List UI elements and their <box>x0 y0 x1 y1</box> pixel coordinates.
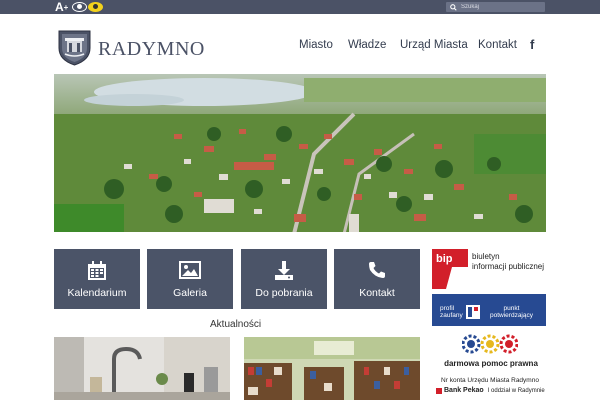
eye-yellow-icon[interactable] <box>88 2 103 12</box>
bip-logo-text: bip <box>436 253 453 265</box>
font-size-sup: + <box>63 2 69 12</box>
image-icon <box>179 261 201 281</box>
news-item-image-library[interactable] <box>244 337 420 400</box>
tile-do-pobrania[interactable]: Do pobrania <box>241 249 327 309</box>
news-item-image-kitchen[interactable] <box>54 337 230 400</box>
tile-kontakt[interactable]: Kontakt <box>334 249 420 309</box>
nav-item-wladze[interactable]: Władze <box>348 39 386 51</box>
profil-right-line2: potwierdzający <box>490 312 533 319</box>
profil-logo-icon <box>466 305 480 319</box>
tile-kalendarium[interactable]: Kalendarium <box>54 249 140 309</box>
facebook-icon[interactable]: f <box>530 37 534 52</box>
profil-zaufany-banner[interactable]: profil zaufany punkt potwierdzający <box>432 294 546 326</box>
bank-logo-row: Bank Pekao I oddział w Radymnie <box>436 387 545 394</box>
search-input[interactable] <box>458 2 541 12</box>
tile-label: Do pobrania <box>255 287 313 299</box>
profil-right: punkt potwierdzający <box>490 305 533 319</box>
news-heading: Aktualności <box>210 319 262 330</box>
search-icon[interactable] <box>448 2 458 12</box>
font-size-toggle[interactable]: A + <box>55 0 69 14</box>
pomoc-prawna-text: darmowa pomoc prawna <box>444 359 538 368</box>
calendar-icon <box>87 261 107 281</box>
tile-label: Kontakt <box>359 287 395 299</box>
site-header: RADYMNO Miasto Władze Urząd Miasta Konta… <box>0 14 600 74</box>
profil-left-line2: zaufany <box>440 312 463 319</box>
coat-of-arms-logo[interactable] <box>57 28 92 66</box>
bank-account-text: Nr konta Urzędu Miasta Radymno <box>441 377 539 384</box>
bank-account-banner[interactable]: Nr konta Urzędu Miasta Radymno Bank Peka… <box>432 377 546 400</box>
bip-text: biuletyn informacji publicznej <box>472 252 544 272</box>
profil-left-line1: profil <box>440 305 455 312</box>
tile-label: Galeria <box>173 287 207 299</box>
pomoc-prawna-banner[interactable]: darmowa pomoc prawna <box>432 333 546 371</box>
gears-icon <box>462 334 518 354</box>
nav-item-miasto[interactable]: Miasto <box>299 39 333 51</box>
site-title[interactable]: RADYMNO <box>98 38 205 61</box>
bip-text-line1: biuletyn <box>472 252 500 261</box>
eye-icon[interactable] <box>72 2 87 12</box>
tile-label: Kalendarium <box>67 287 127 299</box>
nav-item-kontakt[interactable]: Kontakt <box>478 39 517 51</box>
bank-branch: I oddział w Radymnie <box>487 387 545 394</box>
profil-right-line1: punkt <box>503 305 520 312</box>
tile-galeria[interactable]: Galeria <box>147 249 233 309</box>
download-icon <box>274 261 294 281</box>
font-size-label: A <box>55 0 64 14</box>
bank-name: Bank Pekao <box>444 387 484 394</box>
phone-icon <box>368 261 386 281</box>
search-box[interactable] <box>446 2 545 12</box>
nav-item-urzad-miasta[interactable]: Urząd Miasta <box>400 39 468 51</box>
profil-left: profil zaufany <box>440 305 463 319</box>
bip-text-line2: informacji publicznej <box>472 262 545 271</box>
hero-aerial-image <box>54 74 546 232</box>
bip-banner[interactable]: bip biuletyn informacji publicznej <box>432 249 546 289</box>
bank-logo-icon <box>436 387 442 394</box>
